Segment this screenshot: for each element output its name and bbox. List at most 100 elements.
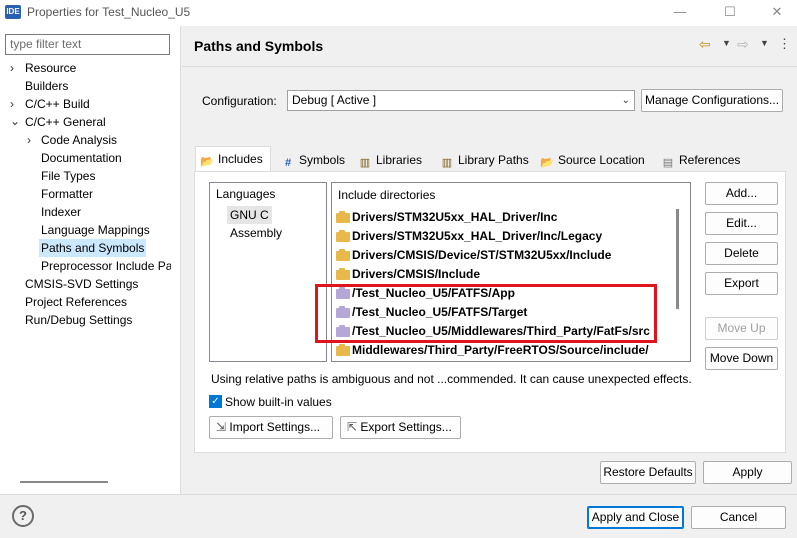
collapse-arrow-icon[interactable]: ⌄ [10,112,20,130]
export-button[interactable]: Export [705,272,778,295]
include-path: Drivers/CMSIS/Device/ST/STM32U5xx/Includ… [352,248,612,262]
tab-label: Library Paths [458,153,529,167]
page-header: Paths and Symbols ⇦ ▼ ⇨ ▼ ⋮ [182,26,797,66]
minimize-button[interactable]: — [665,3,695,21]
move-down-button[interactable]: Move Down [705,347,778,370]
tree-item-cpp-general[interactable]: C/C++ General [25,113,106,131]
configuration-label: Configuration: [202,94,277,108]
tab-symbols[interactable]: # Symbols [277,149,351,171]
include-directories-heading: Include directories [338,188,436,202]
export-settings-label: Export Settings... [360,420,452,434]
source-location-icon: 📂 [540,157,554,169]
tab-label: Symbols [299,153,346,167]
cancel-button[interactable]: Cancel [691,506,786,529]
show-builtin-checkbox[interactable]: ✓ [209,395,222,408]
include-row[interactable]: Drivers/CMSIS/Include [336,265,480,284]
expand-arrow-icon[interactable]: › [10,59,20,77]
move-up-button[interactable]: Move Up [705,317,778,340]
properties-page: Paths and Symbols ⇦ ▼ ⇨ ▼ ⋮ Configuratio… [182,26,797,494]
tree-item-resource[interactable]: Resource [25,59,76,77]
relative-paths-warning: Using relative paths is ambiguous and no… [211,372,692,386]
window-title: Properties for Test_Nucleo_U5 [27,5,191,19]
tree-item-file-types[interactable]: File Types [41,167,95,185]
maximize-button[interactable]: ☐ [715,3,745,21]
tab-library-paths[interactable]: ▥ Library Paths [436,149,536,171]
ide-app-icon: IDE [5,5,21,19]
hash-icon: # [284,157,292,169]
add-button[interactable]: Add... [705,182,778,205]
folder-icon [336,249,350,261]
tree-item-formatter[interactable]: Formatter [41,185,93,203]
header-divider [182,66,797,67]
highlight-box [315,284,657,343]
back-dropdown-icon[interactable]: ▼ [722,38,731,48]
tab-libraries[interactable]: ▥ Libraries [354,149,434,171]
filter-input[interactable]: type filter text [5,34,170,55]
delete-button[interactable]: Delete [705,242,778,265]
folder-icon [336,230,350,242]
language-item-gnu-c[interactable]: GNU C [227,206,272,224]
show-builtin-label: Show built-in values [225,395,332,409]
tree-item-cpp-build[interactable]: C/C++ Build [25,95,90,113]
include-row[interactable]: Middlewares/Third_Party/FreeRTOS/Source/… [336,341,649,360]
tree-item-run-debug-settings[interactable]: Run/Debug Settings [25,311,132,329]
include-path: Middlewares/Third_Party/FreeRTOS/Source/… [352,343,649,357]
help-icon[interactable]: ? [12,505,34,527]
forward-arrow-icon[interactable]: ⇨ [737,36,749,53]
tree-item-preprocessor-include-paths[interactable]: Preprocessor Include Pat [41,257,171,275]
edit-button[interactable]: Edit... [705,212,778,235]
expand-arrow-icon[interactable]: › [27,131,37,149]
tree-item-indexer[interactable]: Indexer [41,203,81,221]
tree-item-project-references[interactable]: Project References [25,293,127,311]
tab-label: Source Location [558,153,645,167]
configuration-value: Debug [ Active ] [292,93,377,107]
tree-item-builders[interactable]: Builders [25,77,68,95]
import-settings-label: Import Settings... [229,420,321,434]
languages-list: Languages GNU C Assembly [209,182,327,362]
back-arrow-icon[interactable]: ⇦ [699,36,711,53]
languages-heading: Languages [216,187,276,201]
tab-label: Includes [218,152,263,166]
import-icon: ⇲ [216,420,227,434]
tab-references[interactable]: ▤ References [657,149,753,171]
apply-and-close-button[interactable]: Apply and Close [587,506,684,529]
references-icon: ▤ [662,157,674,169]
tab-includes[interactable]: 📂 Includes [195,146,271,172]
restore-defaults-button[interactable]: Restore Defaults [600,461,696,484]
libraries-icon: ▥ [359,157,371,169]
manage-configurations-button[interactable]: Manage Configurations... [641,89,783,112]
expand-arrow-icon[interactable]: › [10,95,20,113]
apply-button[interactable]: Apply [703,461,792,484]
tab-source-location[interactable]: 📂 Source Location [536,149,654,171]
configuration-select[interactable]: Debug [ Active ] ⌄ [287,90,635,111]
chevron-down-icon: ⌄ [621,95,630,106]
import-settings-button[interactable]: ⇲ Import Settings... [209,416,333,439]
language-item-assembly[interactable]: Assembly [227,224,285,242]
page-title: Paths and Symbols [194,38,324,54]
export-settings-button[interactable]: ⇱ Export Settings... [340,416,461,439]
tree-item-code-analysis[interactable]: Code Analysis [41,131,117,149]
close-window-button[interactable]: ✕ [762,3,792,21]
forward-dropdown-icon[interactable]: ▼ [760,38,769,48]
tree-item-cmsis-svd-settings[interactable]: CMSIS-SVD Settings [25,275,138,293]
tree-item-documentation[interactable]: Documentation [41,149,122,167]
folder-icon [336,211,350,223]
include-path: Drivers/CMSIS/Include [352,267,481,281]
title-bar: IDE Properties for Test_Nucleo_U5 — ☐ ✕ [0,0,797,26]
include-row[interactable]: Drivers/STM32U5xx_HAL_Driver/Inc/Legacy [336,227,602,246]
folder-icon [336,268,350,280]
view-menu-icon[interactable]: ⋮ [778,36,791,52]
export-icon: ⇱ [347,420,358,434]
include-path: Drivers/STM32U5xx_HAL_Driver/Inc [352,210,558,224]
include-row[interactable]: Drivers/CMSIS/Device/ST/STM32U5xx/Includ… [336,246,611,265]
folder-icon [336,344,350,356]
horizontal-scrollbar[interactable] [20,481,108,483]
dialog-button-bar: ? Apply and Close Cancel [0,494,797,538]
tree-item-language-mappings[interactable]: Language Mappings [41,221,150,239]
include-row[interactable]: Drivers/STM32U5xx_HAL_Driver/Inc [336,208,557,227]
property-pages-tree: type filter text › Resource Builders › C… [0,26,181,494]
vertical-scrollbar[interactable] [676,209,679,309]
tree-item-paths-and-symbols[interactable]: Paths and Symbols [39,239,147,257]
include-path: Drivers/STM32U5xx_HAL_Driver/Inc/Legacy [352,229,603,243]
tab-label: References [679,153,741,167]
